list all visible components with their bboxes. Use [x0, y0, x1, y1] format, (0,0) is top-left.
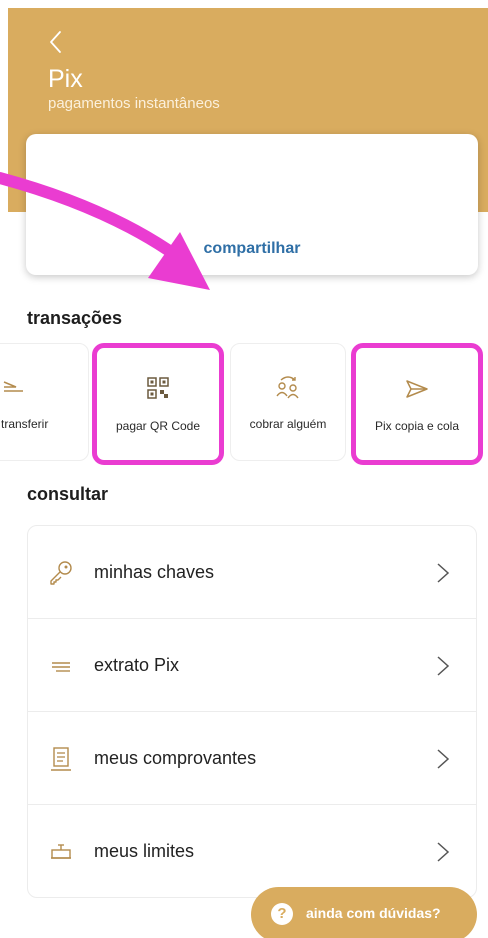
tile-label: transferir [1, 417, 49, 431]
qr-code-icon [147, 377, 169, 399]
transactions-carousel[interactable]: transferir pagar QR Code cobrar alguém P… [0, 343, 488, 465]
charge-person-icon [276, 376, 299, 399]
transfer-icon [3, 381, 23, 392]
chevron-right-icon [437, 656, 450, 676]
list-item-my-keys[interactable]: minhas chaves [28, 526, 476, 619]
key-icon [50, 561, 72, 585]
receipt-icon [51, 747, 71, 771]
list-item-pix-statement[interactable]: extrato Pix [28, 619, 476, 712]
tile-label: cobrar alguém [249, 417, 327, 431]
list-item-label: meus limites [94, 841, 195, 861]
share-button[interactable]: compartilhar [26, 240, 478, 258]
chevron-right-icon [437, 749, 450, 769]
tile-label: pagar QR Code [115, 419, 201, 433]
help-button[interactable]: ? ainda com dúvidas? [251, 887, 477, 938]
tile-pix-copy-paste[interactable]: Pix copia e cola [351, 343, 483, 465]
transactions-title: transações [27, 308, 123, 328]
share-card: compartilhar [26, 134, 478, 275]
chevron-right-icon [437, 563, 450, 583]
question-icon: ? [271, 903, 293, 925]
tile-transfer[interactable]: transferir [0, 343, 89, 461]
send-icon [406, 380, 428, 398]
tile-label: Pix copia e cola [374, 419, 460, 433]
chevron-left-icon [50, 31, 61, 53]
statement-icon [52, 662, 70, 672]
help-button-label: ainda com dúvidas? [306, 905, 441, 921]
list-item-label: minhas chaves [94, 562, 215, 582]
list-item-label: meus comprovantes [94, 748, 257, 768]
consult-title: consultar [27, 484, 109, 504]
list-item-my-receipts[interactable]: meus comprovantes [28, 712, 476, 805]
page-subtitle: pagamentos instantâneos [48, 95, 220, 112]
consult-list: minhas chaves extrato Pix meus comprovan… [27, 525, 477, 898]
limits-icon [51, 844, 71, 859]
list-item-my-limits[interactable]: meus limites [28, 805, 476, 898]
tile-charge-someone[interactable]: cobrar alguém [230, 343, 346, 461]
page-title: Pix [48, 65, 83, 93]
chevron-right-icon [437, 842, 450, 862]
tile-pay-qr-code[interactable]: pagar QR Code [92, 343, 224, 465]
back-button[interactable] [46, 28, 70, 56]
list-item-label: extrato Pix [94, 655, 180, 675]
